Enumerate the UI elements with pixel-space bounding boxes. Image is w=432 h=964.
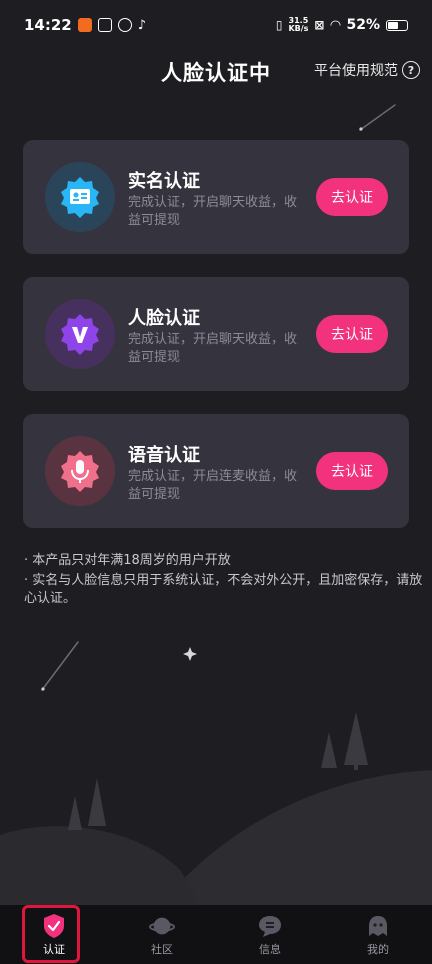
status-bar: 14:22 ♪ ▯ 31.5 KB/s ⊠ ◠ 52% [0, 0, 432, 50]
nav-label: 信息 [259, 942, 281, 956]
verify-voice-button[interactable]: 去认证 [316, 452, 388, 490]
notice-line: · 本产品只对年满18周岁的用户开放 [24, 553, 231, 568]
card-title: 实名认证 [128, 171, 200, 192]
page-header: 人脸认证中 平台使用规范 ? [0, 52, 432, 92]
nav-tab-profile[interactable]: 我的 [324, 905, 432, 964]
platform-rules-label: 平台使用规范 [314, 63, 398, 79]
notice-text: · 本产品只对年满18周岁的用户开放 · 实名与人脸信息只用于系统认证，不会对外… [24, 552, 424, 610]
wifi-icon: ◠ [330, 17, 341, 33]
status-time: 14:22 [24, 16, 72, 34]
v-badge-icon [45, 299, 115, 369]
page-title: 人脸认证中 [161, 61, 271, 85]
ghost-icon [365, 913, 391, 939]
verify-face-button[interactable]: 去认证 [316, 315, 388, 353]
vibrate-icon: ▯ [275, 18, 283, 32]
card-title: 人脸认证 [128, 308, 200, 329]
id-card-icon [45, 162, 115, 232]
card-face-verification: 人脸认证 完成认证，开启聊天收益，收益可提现 去认证 [23, 277, 409, 391]
battery-icon [386, 19, 408, 31]
card-description: 完成认证，开启连麦收益，收益可提现 [128, 469, 298, 502]
card-voice-verification: 语音认证 完成认证，开启连麦收益，收益可提现 去认证 [23, 414, 409, 528]
notice-line: · 实名与人脸信息只用于系统认证，不会对外公开，且加密保存，请放心认证。 [24, 573, 423, 606]
sim-icon: ⊠ [314, 18, 325, 32]
nav-tab-verify[interactable]: 认证 [0, 905, 108, 964]
battery-percent: 52% [346, 17, 380, 33]
platform-rules-link[interactable]: 平台使用规范 ? [314, 60, 420, 80]
network-speed: 31.5 KB/s [288, 16, 309, 33]
calendar-notification-icon [97, 18, 112, 32]
card-title: 语音认证 [128, 445, 200, 466]
planet-icon [149, 913, 175, 939]
nav-label: 社区 [151, 942, 173, 956]
active-tab-outline [22, 905, 80, 963]
card-description: 完成认证，开启聊天收益，收益可提现 [128, 195, 298, 228]
verify-real-name-button[interactable]: 去认证 [316, 178, 388, 216]
help-icon: ? [402, 61, 420, 79]
tiktok-icon: ♪ [137, 17, 147, 33]
card-description: 完成认证，开启聊天收益，收益可提现 [128, 332, 298, 365]
nav-tab-community[interactable]: 社区 [108, 905, 216, 964]
nav-tab-messages[interactable]: 信息 [216, 905, 324, 964]
nav-label: 我的 [367, 942, 389, 956]
app-notification-icon [77, 18, 92, 32]
link-notification-icon [117, 18, 132, 32]
message-icon [257, 913, 283, 939]
microphone-icon [45, 436, 115, 506]
bottom-navigation: 认证 社区 信息 我的 [0, 905, 432, 964]
card-real-name-verification: 实名认证 完成认证，开启聊天收益，收益可提现 去认证 [23, 140, 409, 254]
